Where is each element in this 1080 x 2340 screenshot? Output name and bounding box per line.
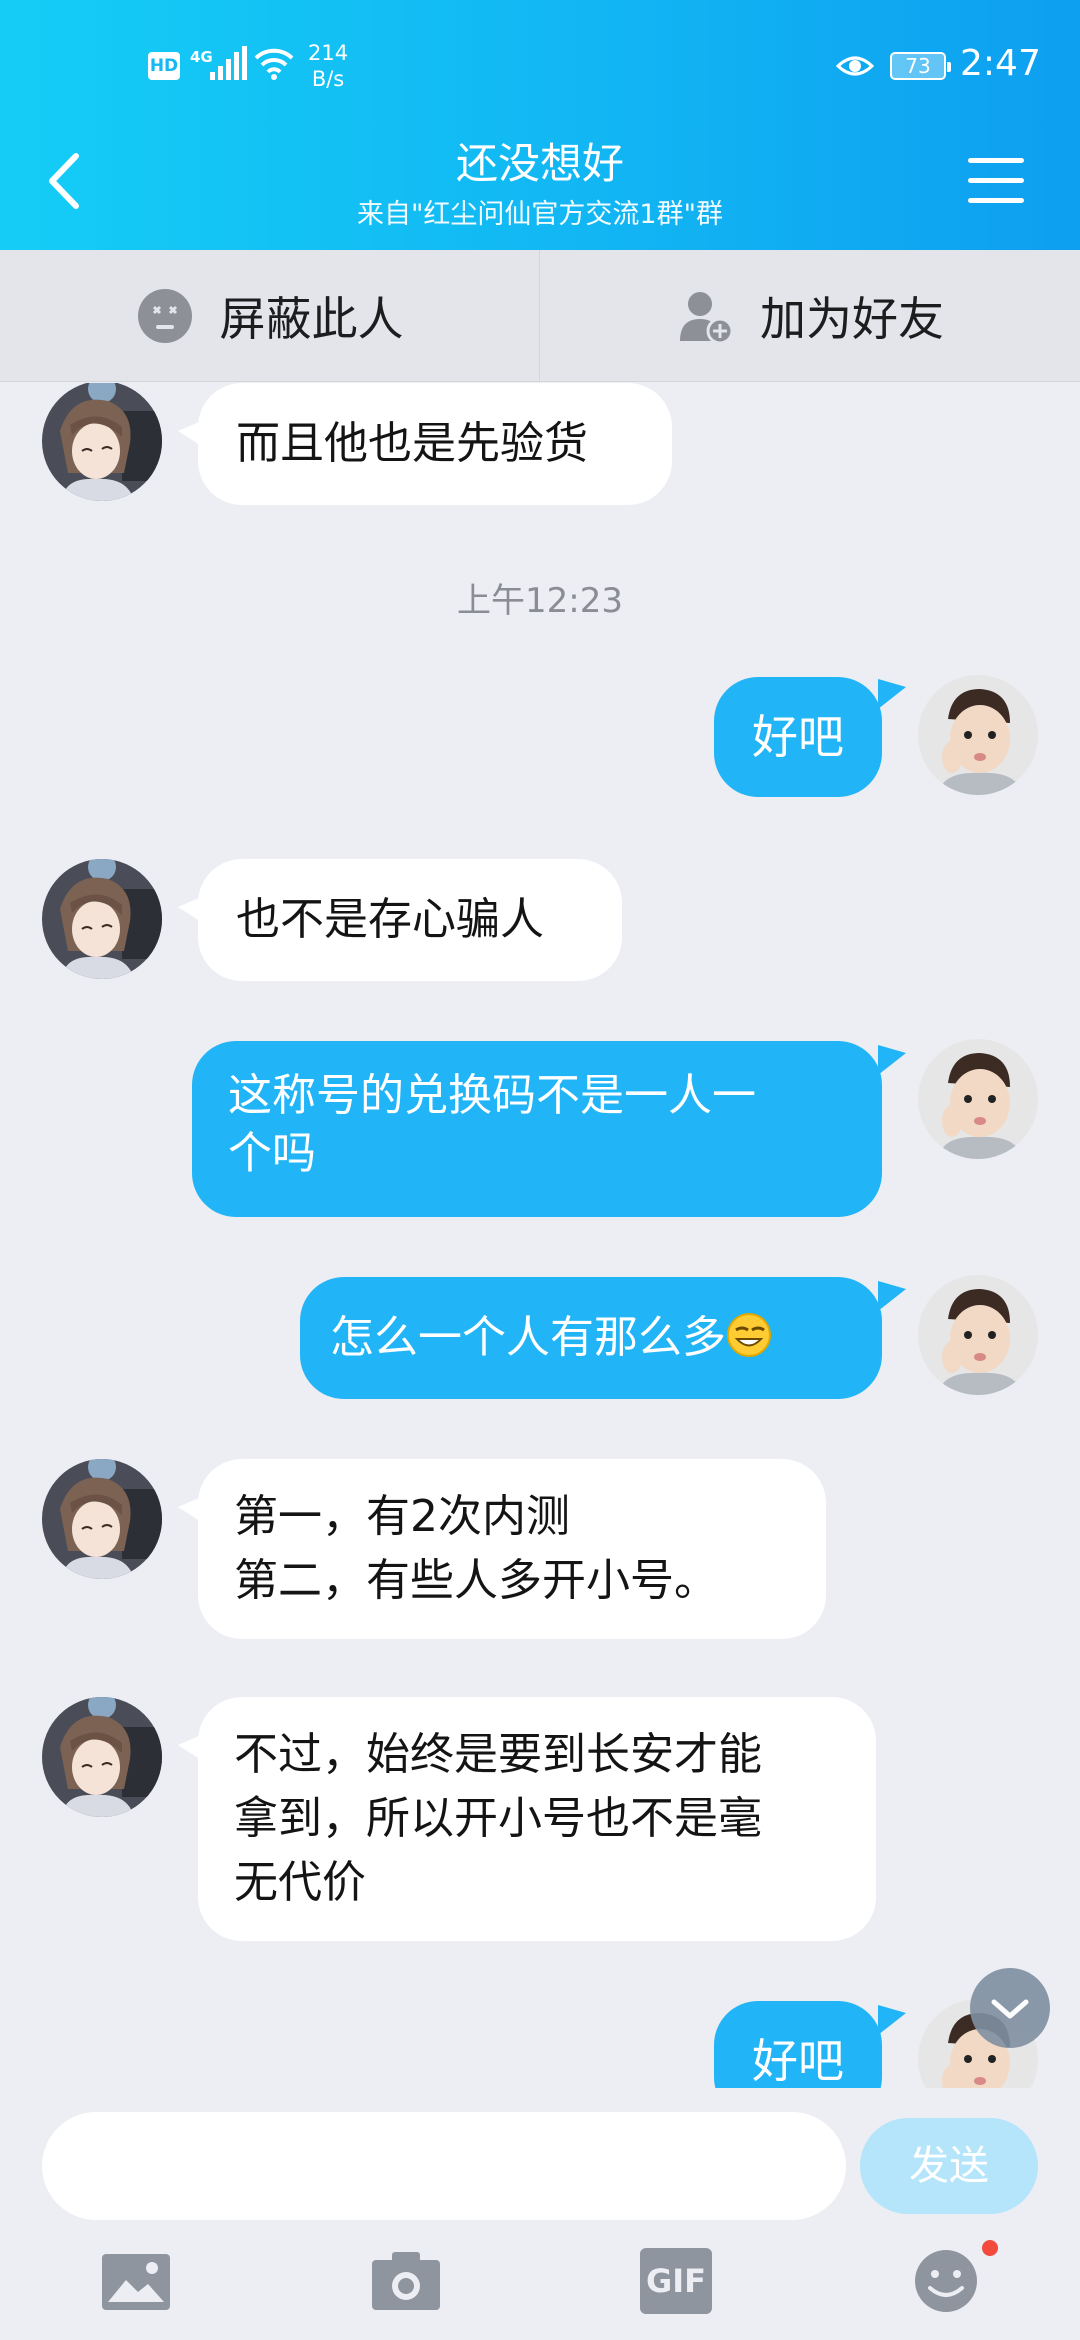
scroll-to-bottom-button[interactable] (970, 1968, 1050, 2048)
timestamp: 上午12:23 (457, 581, 623, 621)
speed-value: 214 (308, 41, 349, 65)
message-text: 不过，始终是要到长安才能 拿到，所以开小号也不是毫 无代价 (234, 1729, 762, 1908)
incoming-message[interactable]: 第一，有2次内测 第二，有些人多开小号。 (198, 1459, 826, 1639)
menu-icon-line (968, 198, 1024, 203)
outgoing-message[interactable]: 怎么一个人有那么多 (300, 1277, 882, 1399)
sender-avatar[interactable] (42, 1697, 162, 1817)
hd-indicator: HD (148, 52, 180, 80)
anime-avatar-icon (42, 859, 162, 979)
battery-icon: 73 (890, 52, 951, 80)
composer: 发送 GIF (0, 2088, 1080, 2340)
add-friend-button[interactable]: 加为好友 (540, 250, 1080, 382)
incoming-message[interactable]: 不过，始终是要到长安才能 拿到，所以开小号也不是毫 无代价 (198, 1697, 876, 1941)
sender-avatar[interactable] (42, 383, 162, 501)
my-avatar[interactable] (918, 1039, 1038, 1159)
outgoing-message[interactable]: 好吧 (714, 677, 882, 797)
menu-icon-line (968, 178, 1024, 183)
anime-avatar-icon (42, 1459, 162, 1579)
message-text: 也不是存心骗人 (236, 894, 544, 945)
message-text: 而且他也是先验货 (236, 418, 588, 469)
stranger-action-bar: 屏蔽此人 加为好友 (0, 250, 1080, 382)
bubble-tail (878, 1045, 906, 1075)
message-text: 怎么一个人有那么多 (330, 1312, 726, 1363)
incoming-message[interactable]: 也不是存心骗人 (198, 859, 622, 981)
send-button[interactable]: 发送 (860, 2118, 1038, 2214)
image-picker-icon[interactable] (100, 2248, 172, 2314)
outgoing-message[interactable]: 好吧 (714, 2001, 882, 2088)
bubble-tail (878, 1281, 906, 1311)
status-bar: HD 4G 214 B/s 73 2:47 (0, 0, 1080, 130)
speed-unit: B/s (311, 67, 345, 91)
message-text: 好吧 (752, 2034, 844, 2088)
message-text: 第一，有2次内测 第二，有些人多开小号。 (234, 1491, 718, 1606)
block-user-button[interactable]: 屏蔽此人 (0, 250, 540, 382)
wifi-icon (254, 48, 294, 80)
bubble-tail (878, 2005, 906, 2035)
child-photo-avatar-icon (918, 1039, 1038, 1159)
camera-icon[interactable] (370, 2248, 442, 2314)
gif-button[interactable]: GIF (640, 2248, 712, 2314)
menu-icon (968, 158, 1024, 163)
clock: 2:47 (960, 43, 1041, 84)
child-photo-avatar-icon (918, 675, 1038, 795)
chat-header: HD 4G 214 B/s 73 2:47 还没想好 来自"红尘问仙官方交流1群… (0, 0, 1080, 250)
block-user-label: 屏蔽此人 (219, 292, 404, 346)
message-input[interactable] (42, 2112, 846, 2220)
anime-avatar-icon (42, 383, 162, 501)
anime-avatar-icon (42, 1697, 162, 1817)
notification-dot (982, 2240, 998, 2256)
eye-comfort-icon (836, 56, 874, 76)
menu-button[interactable] (968, 158, 1024, 204)
outgoing-message[interactable]: 这称号的兑换码不是一人一 个吗 (192, 1041, 882, 1217)
message-list[interactable]: 而且他也是先验货 上午12:23 好吧 也不是存心骗人 这称号的兑换码不是一人一… (0, 383, 1080, 2088)
grinning-face-icon (727, 1313, 771, 1357)
add-friend-icon (680, 292, 734, 345)
sender-avatar[interactable] (42, 1459, 162, 1579)
message-text: 这称号的兑换码不是一人一 个吗 (228, 1070, 756, 1179)
my-avatar[interactable] (918, 675, 1038, 795)
sender-avatar[interactable] (42, 859, 162, 979)
chat-subtitle: 来自"红尘问仙官方交流1群"群 (356, 199, 723, 230)
my-avatar[interactable] (918, 1275, 1038, 1395)
network-speed: 214 B/s (308, 40, 348, 92)
signal-icon (210, 46, 247, 80)
block-face-icon (137, 289, 192, 343)
incoming-message[interactable]: 而且他也是先验货 (198, 383, 672, 505)
chat-title: 还没想好 (455, 139, 624, 188)
child-photo-avatar-icon (918, 1275, 1038, 1395)
message-text: 好吧 (752, 710, 844, 764)
emoji-face-icon[interactable] (910, 2248, 982, 2314)
bubble-tail (878, 679, 906, 709)
add-friend-label: 加为好友 (760, 292, 944, 346)
chevron-down-icon (991, 1999, 1029, 2019)
